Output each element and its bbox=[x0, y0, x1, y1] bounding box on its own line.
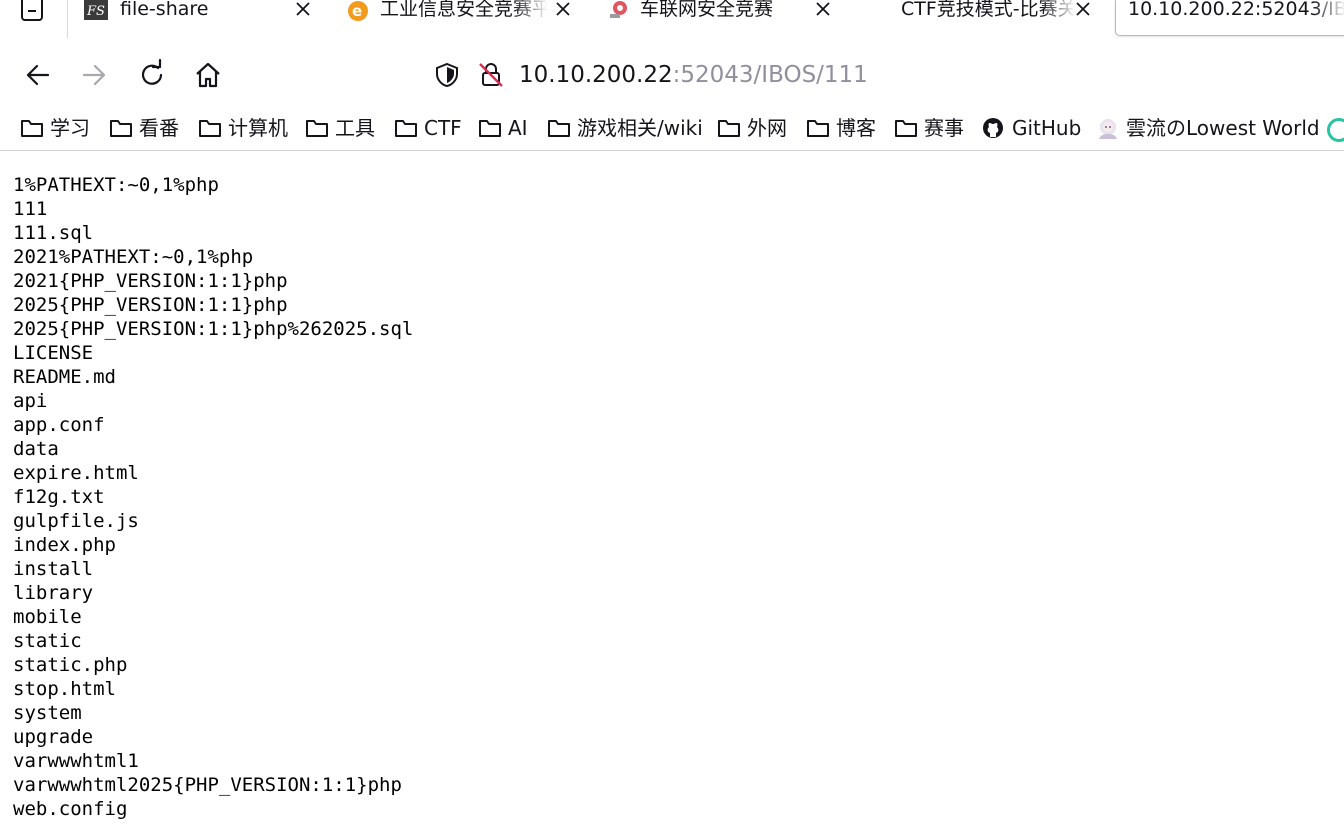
tab-strip: FS file-share e 工业信息安全竞赛平 车联网安全竞赛 CTF竞技模… bbox=[0, 0, 1344, 38]
close-icon bbox=[556, 2, 570, 16]
file-entry: static bbox=[13, 630, 82, 652]
file-entry: gulpfile.js bbox=[13, 510, 139, 532]
tab-title: 车联网安全竞赛 bbox=[640, 0, 774, 20]
bookmark-overflow-icon[interactable] bbox=[1327, 118, 1344, 142]
tab-file-share[interactable]: FS file-share bbox=[84, 0, 324, 38]
bookmark-label: AI bbox=[508, 116, 528, 140]
file-entry: system bbox=[13, 702, 82, 724]
bookmark-label: 学习 bbox=[50, 116, 90, 140]
bookmark-label: 工具 bbox=[335, 116, 375, 140]
file-entry: expire.html bbox=[13, 462, 139, 484]
home-button[interactable] bbox=[192, 59, 224, 91]
file-entry: index.php bbox=[13, 534, 116, 556]
file-entry: 111 bbox=[13, 198, 48, 220]
bookmark-label: 赛事 bbox=[924, 116, 964, 140]
tab-title-fade bbox=[1312, 0, 1344, 30]
close-icon bbox=[1076, 2, 1090, 16]
tab-title-fade bbox=[1042, 0, 1076, 30]
url-port-path: :52043/IBOS/111 bbox=[672, 62, 868, 88]
toolbar-divider bbox=[0, 150, 1344, 151]
file-entry: 2021%PATHEXT:~0,1%php bbox=[13, 246, 254, 268]
close-tab-button[interactable] bbox=[292, 0, 314, 21]
file-entry: web.config bbox=[13, 798, 128, 820]
bookmark-label: CTF bbox=[424, 116, 462, 140]
bookmark-label: GitHub bbox=[1012, 116, 1082, 140]
bookmark-label: 计算机 bbox=[228, 116, 288, 140]
tab-ctf-mode[interactable]: CTF竞技模式-比赛关 bbox=[900, 0, 1100, 38]
file-entry: mobile bbox=[13, 606, 82, 628]
file-entry: data bbox=[13, 438, 59, 460]
bookmark-label: 博客 bbox=[836, 116, 876, 140]
bookmark-label: 外网 bbox=[747, 116, 787, 140]
bookmark-label: 游戏相关/wiki bbox=[577, 116, 703, 140]
file-entry: api bbox=[13, 390, 48, 412]
insecure-lock-icon[interactable] bbox=[477, 61, 505, 89]
svg-text:FS: FS bbox=[86, 4, 105, 19]
file-entry: 2025{PHP_VERSION:1:1}php%262025.sql bbox=[13, 318, 414, 340]
tab-industrial-security[interactable]: e 工业信息安全竞赛平 bbox=[346, 0, 582, 38]
file-entry: stop.html bbox=[13, 678, 116, 700]
file-entry: LICENSE bbox=[13, 342, 94, 364]
tab-separator bbox=[67, 0, 68, 38]
tab-title-fade bbox=[514, 0, 548, 30]
url-text[interactable]: 10.10.200.22:52043/IBOS/111 bbox=[519, 61, 868, 89]
list-all-tabs-button[interactable] bbox=[18, 0, 46, 24]
tracking-protection-shield-icon[interactable] bbox=[433, 61, 461, 89]
back-arrow-icon bbox=[26, 64, 50, 86]
file-entry: 111.sql bbox=[13, 222, 94, 244]
forward-button[interactable] bbox=[78, 59, 110, 91]
close-tab-button[interactable] bbox=[1072, 0, 1094, 21]
address-bar[interactable]: 10.10.200.22:52043/IBOS/111 bbox=[425, 54, 985, 96]
svg-text:e: e bbox=[352, 2, 362, 20]
bookmarks-toolbar: 学习 看番 计算机 工具 CTF AI 游戏相关/wiki 外网 博客 赛事 GitHub 雲流のLo… bbox=[0, 108, 1344, 148]
fs-logo-icon: FS bbox=[84, 0, 108, 22]
file-entry: 1%PATHEXT:~0,1%php bbox=[13, 174, 219, 196]
close-tab-button[interactable] bbox=[812, 0, 834, 21]
url-host: 10.10.200.22 bbox=[519, 62, 673, 88]
tab-list-icon bbox=[21, 0, 43, 21]
reload-button[interactable] bbox=[136, 59, 168, 91]
navigation-toolbar: 10.10.200.22:52043/IBOS/111 bbox=[0, 46, 1344, 104]
close-tab-button[interactable] bbox=[552, 0, 574, 21]
file-entry: app.conf bbox=[13, 414, 105, 436]
file-entry: library bbox=[13, 582, 94, 604]
bookmark-label: 看番 bbox=[139, 116, 179, 140]
file-entry: README.md bbox=[13, 366, 116, 388]
forward-arrow-icon bbox=[82, 64, 106, 86]
bookmark-label: 雲流のLowest World bbox=[1126, 116, 1320, 140]
reload-icon bbox=[141, 59, 163, 85]
file-entry: 2025{PHP_VERSION:1:1}php bbox=[13, 294, 288, 316]
tab-title: file-share bbox=[120, 0, 209, 20]
tab-active-ibos[interactable]: 10.10.200.22:52043/IBOS/111 bbox=[1115, 0, 1344, 36]
directory-listing: 1%PATHEXT:~0,1%php 111 111.sql 2021%PATHEXT… bbox=[13, 173, 1313, 821]
page-content: 1%PATHEXT:~0,1%php 111 111.sql 2021%PATHEXT… bbox=[13, 173, 1313, 823]
file-entry: varwwwhtml2025{PHP_VERSION:1:1}php bbox=[13, 774, 402, 796]
file-entry: static.php bbox=[13, 654, 128, 676]
file-entry: f12g.txt bbox=[13, 486, 105, 508]
file-entry: install bbox=[13, 558, 94, 580]
back-button[interactable] bbox=[22, 59, 54, 91]
tab-vehicle-network[interactable]: 车联网安全竞赛 bbox=[608, 0, 848, 38]
file-entry: varwwwhtml1 bbox=[13, 750, 139, 772]
car-logo-icon bbox=[608, 0, 632, 22]
file-entry: 2021{PHP_VERSION:1:1}php bbox=[13, 270, 288, 292]
e-logo-icon: e bbox=[346, 0, 370, 21]
close-icon bbox=[816, 2, 830, 16]
file-entry: upgrade bbox=[13, 726, 94, 748]
home-icon bbox=[196, 62, 220, 88]
close-icon bbox=[296, 2, 310, 16]
